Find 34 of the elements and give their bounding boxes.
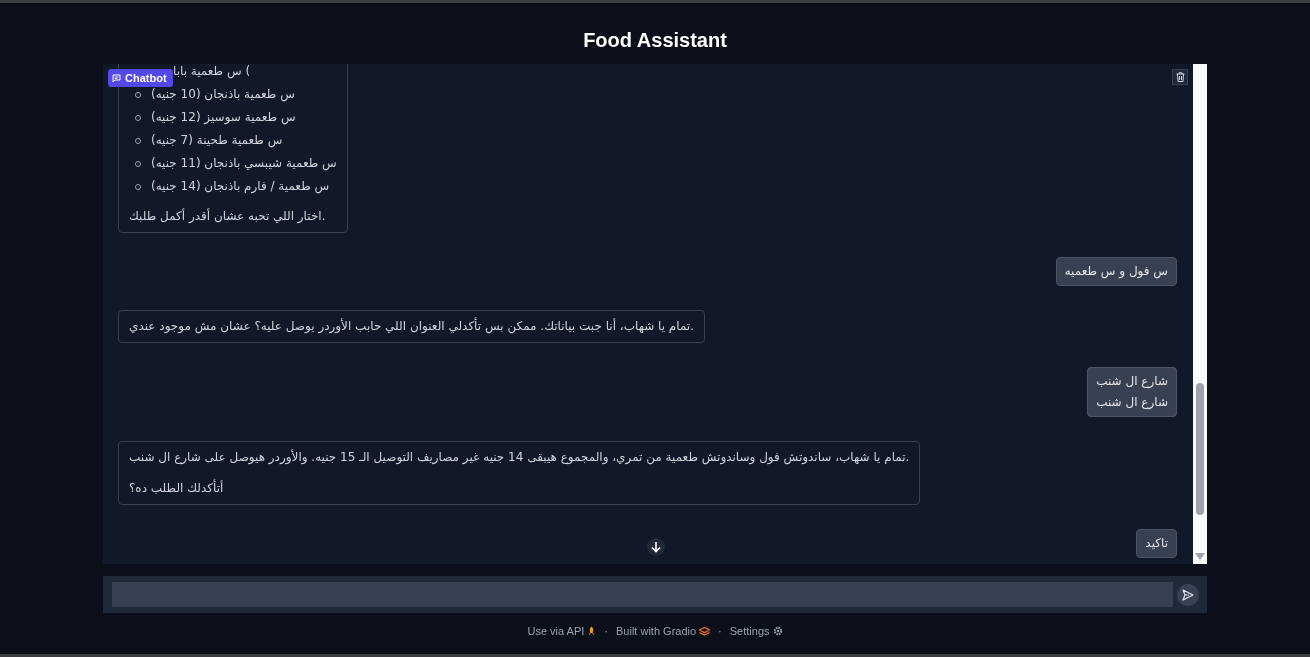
scrollbar[interactable] <box>1193 64 1207 564</box>
settings-icon <box>772 626 783 636</box>
message-field[interactable] <box>112 582 1173 607</box>
user-message: تاكيد <box>1136 529 1177 558</box>
user-message: س فول و س طعميه <box>1055 257 1177 286</box>
message-text: اختار اللي تحبه عشان أقدر أكمل طلبك. <box>129 207 327 225</box>
separator: · <box>717 625 723 637</box>
list-item: س طعمية بابا ( <box>173 64 251 81</box>
scrollbar-thumb[interactable] <box>1196 383 1204 515</box>
chat-icon <box>112 73 121 83</box>
delete-button[interactable] <box>1172 69 1188 85</box>
trash-icon <box>1175 72 1185 82</box>
footer-link[interactable]: Use via API <box>527 625 597 637</box>
scroll-down-button[interactable] <box>647 538 665 556</box>
message-text: أتأكدلك الطلب ده؟ <box>129 478 225 497</box>
footer-link[interactable]: Built with Gradio <box>616 625 711 637</box>
app-title: Food Assistant <box>582 28 728 52</box>
arrow-down-icon <box>651 541 661 553</box>
send-icon <box>1182 588 1194 601</box>
list-item: س طعمية / فارم باذنجان (14 جنيه) <box>151 178 330 196</box>
user-message: شارع ال شنب شارع ال شنب <box>1087 367 1177 417</box>
list-item: س طعمية باذنجان (10 جنيه) <box>151 86 295 104</box>
message-text: تمام يا شهاب، ساندوتش فول وساندوتش طعمية من تمري، والمجموع هيبقى 14 جنيه غير مصاريف التوصيل الـ 15 جنيه. والأوردر هيوصل على شارع ال شنب. <box>129 448 910 467</box>
separator: · <box>603 625 609 637</box>
message-text: تمام يا شهاب، أنا جبت بياناتك. ممكن بس تأكدلي العنوان اللي حابب الأوردر يوصل عليه؟ عشان مش موجود عندي. <box>129 316 695 336</box>
list-item: س طعمية سوسيز (12 جنيه) <box>151 109 296 127</box>
rocket-icon <box>587 626 597 636</box>
send-button[interactable] <box>1177 583 1199 606</box>
logo-icon <box>699 626 711 636</box>
list-item: س طعمية طحينة (7 جنيه) <box>151 132 283 150</box>
chatbot-title: Chatbot <box>125 72 167 84</box>
footer-link[interactable]: Settings <box>729 625 783 637</box>
scroll-down-icon[interactable] <box>1195 553 1205 560</box>
list-item: س طعمية شيبسي باذنجان (11 جنيه) <box>151 155 337 173</box>
